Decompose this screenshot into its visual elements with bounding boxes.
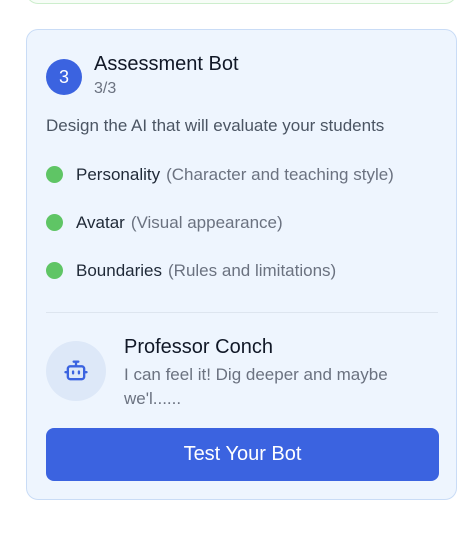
test-your-bot-button[interactable]: Test Your Bot bbox=[46, 428, 439, 481]
step-progress: 3/3 bbox=[94, 80, 117, 97]
robot-icon bbox=[64, 360, 88, 381]
bot-message-preview: I can feel it! Dig deeper and maybe we'l… bbox=[124, 365, 388, 408]
checklist-item-hint: (Rules and limitations) bbox=[168, 261, 337, 280]
divider bbox=[46, 312, 438, 313]
checklist: Personality (Character and teaching style… bbox=[46, 163, 446, 307]
checklist-item-avatar: Avatar (Visual appearance) bbox=[46, 211, 446, 235]
card-description: Design the AI that will evaluate your st… bbox=[46, 116, 385, 135]
complete-status-dot bbox=[46, 262, 63, 279]
card-title: Assessment Bot bbox=[94, 53, 239, 75]
complete-status-dot bbox=[46, 166, 63, 183]
complete-status-dot bbox=[46, 214, 63, 231]
checklist-item-hint: (Visual appearance) bbox=[130, 213, 283, 232]
checklist-item-label: Personality bbox=[76, 165, 161, 184]
checklist-item-boundaries: Boundaries (Rules and limitations) bbox=[46, 259, 446, 283]
step-number-badge: 3 bbox=[46, 59, 82, 95]
bot-avatar bbox=[46, 341, 106, 401]
previous-card-edge bbox=[26, 0, 457, 4]
bot-name: Professor Conch bbox=[124, 336, 273, 358]
checklist-item-personality: Personality (Character and teaching style… bbox=[46, 163, 446, 187]
assessment-bot-card: 3 Assessment Bot 3/3 Design the AI that … bbox=[26, 29, 457, 500]
checklist-item-label: Boundaries bbox=[76, 261, 163, 280]
checklist-item-label: Avatar bbox=[76, 213, 125, 232]
checklist-item-hint: (Character and teaching style) bbox=[166, 165, 394, 184]
